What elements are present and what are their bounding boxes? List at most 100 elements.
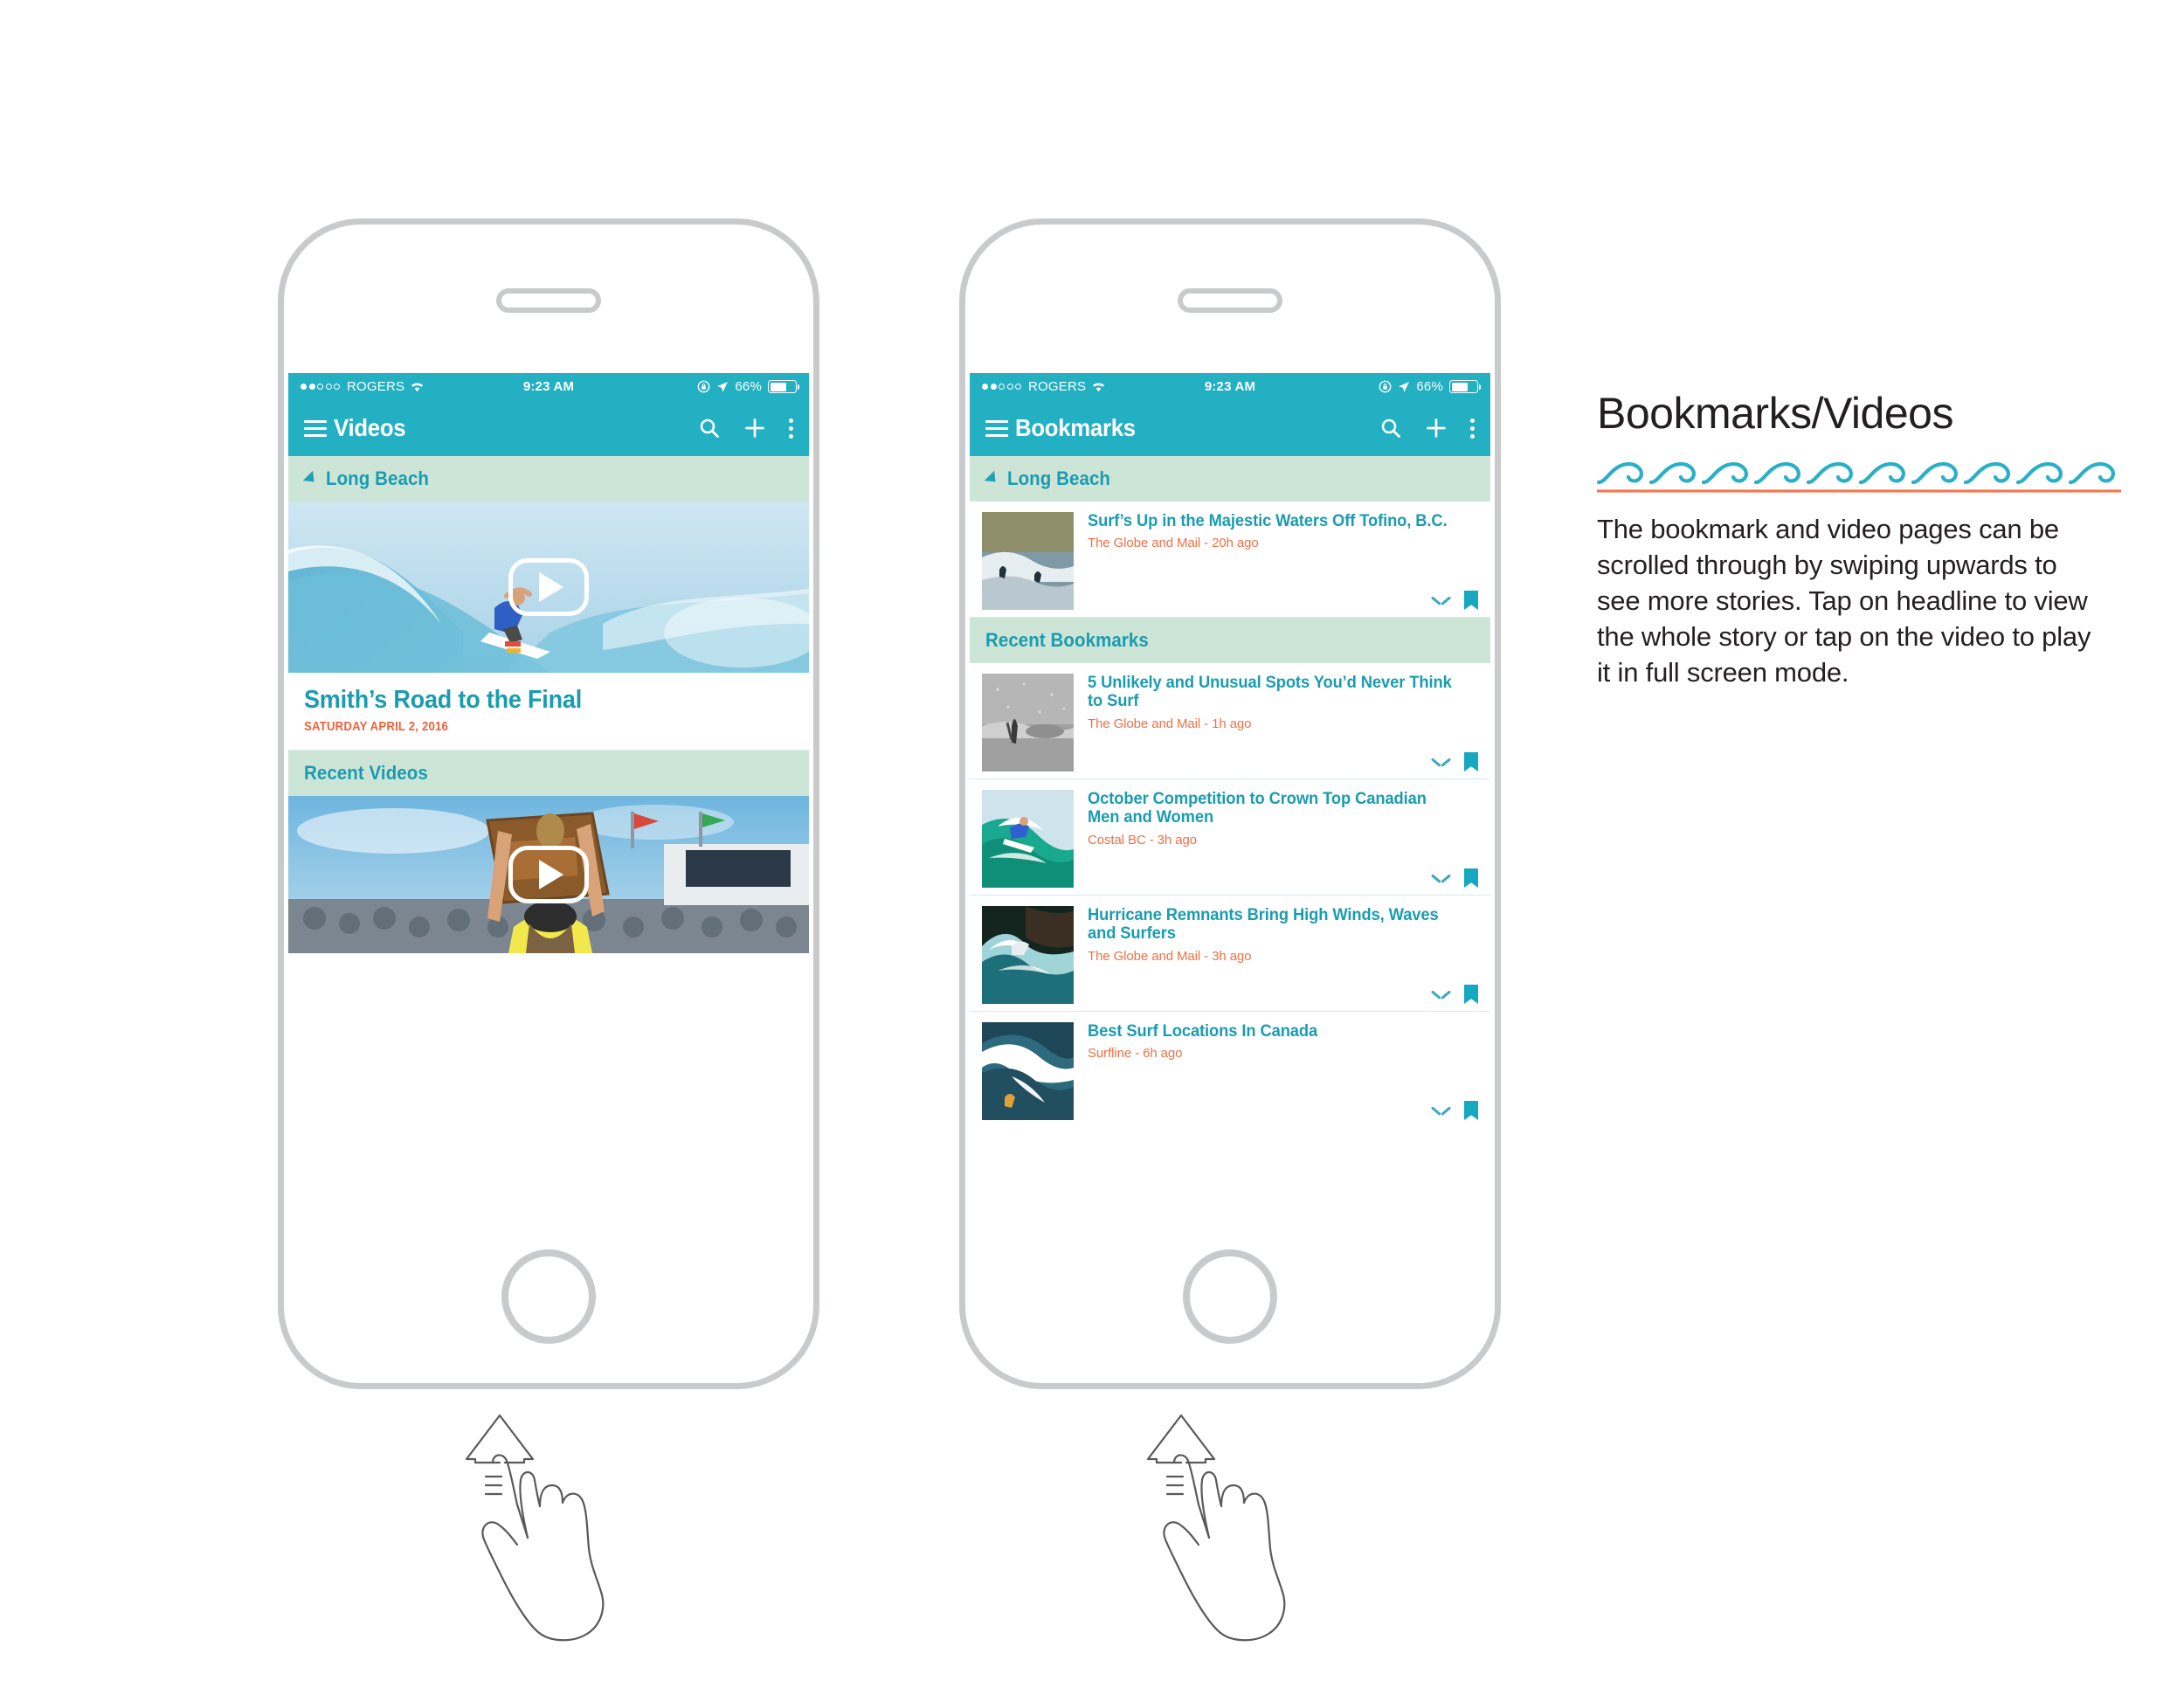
bookmark-row-pinned[interactable]: Surf’s Up in the Majestic Waters Off Tof…: [970, 502, 1490, 618]
bookmark-row-actions: [1088, 978, 1478, 1004]
wave-divider: [1597, 454, 2121, 495]
expand-chevron-down-icon[interactable]: [1432, 596, 1450, 605]
bookmark-thumbnail: [982, 512, 1074, 610]
bookmark-thumbnail: [982, 906, 1074, 1004]
bookmark-row-body: Surf’s Up in the Majestic Waters Off Tof…: [1074, 511, 1478, 610]
chevron-down-icon: [302, 470, 320, 488]
expand-chevron-down-icon[interactable]: [1432, 758, 1450, 767]
status-bar-left: ROGERS: [982, 379, 1205, 394]
bookmark-meta: Costal BC - 3h ago: [1088, 832, 1197, 847]
section-header-location[interactable]: Long Beach: [288, 456, 809, 502]
signal-strength-icon: [982, 384, 1021, 390]
bookmark-thumbnail: [982, 790, 1074, 888]
bookmarks-screen: ROGERS 9:23 AM 66% Bookmarks Long Beach …: [970, 373, 1490, 1120]
bookmark-icon[interactable]: [1464, 985, 1478, 1004]
rotation-lock-icon: [697, 380, 710, 393]
bookmark-row-body: Best Surf Locations In Canada Surfline -…: [1074, 1021, 1478, 1120]
phone-device-videos: ROGERS 9:23 AM 66% Videos Long Beach Smi…: [278, 218, 819, 1389]
bookmark-row-body: 5 Unlikely and Unusual Spots You’d Never…: [1074, 673, 1478, 771]
battery-percent-label: 66%: [1416, 379, 1443, 394]
swipe-up-gesture-icon: [1136, 1408, 1337, 1671]
section-header-location[interactable]: Long Beach: [970, 456, 1490, 502]
bookmark-title[interactable]: Surf’s Up in the Majestic Waters Off Tof…: [1088, 511, 1455, 530]
bookmark-title[interactable]: Best Surf Locations In Canada: [1088, 1021, 1455, 1041]
battery-icon: [1449, 380, 1481, 393]
bookmark-title[interactable]: 5 Unlikely and Unusual Spots You’d Never…: [1088, 673, 1455, 711]
play-button[interactable]: [508, 558, 589, 616]
overflow-menu-icon[interactable]: [1470, 418, 1475, 439]
videos-app-bar: Videos: [288, 400, 809, 456]
expand-chevron-down-icon[interactable]: [1432, 990, 1450, 1000]
bookmark-title[interactable]: October Competition to Crown Top Canadia…: [1088, 789, 1455, 827]
expand-chevron-down-icon[interactable]: [1432, 1106, 1450, 1116]
play-triangle-icon: [539, 860, 563, 890]
bookmark-row[interactable]: October Competition to Crown Top Canadia…: [970, 779, 1490, 896]
phone-device-bookmarks: ROGERS 9:23 AM 66% Bookmarks Long Beach …: [959, 218, 1501, 1389]
section-header-recent[interactable]: Recent Bookmarks: [970, 618, 1490, 663]
location-arrow-icon: [717, 381, 729, 392]
bookmark-row[interactable]: Best Surf Locations In Canada Surfline -…: [970, 1012, 1490, 1120]
app-title: Bookmarks: [1015, 414, 1136, 441]
annotation-body: The bookmark and video pages can be scro…: [1597, 514, 2091, 688]
expand-chevron-down-icon[interactable]: [1432, 874, 1450, 883]
bookmark-row[interactable]: Hurricane Remnants Bring High Winds, Wav…: [970, 896, 1490, 1012]
signal-strength-icon: [301, 384, 340, 390]
status-bar-right: 66%: [574, 379, 799, 394]
search-icon[interactable]: [698, 417, 721, 439]
clock-label: 9:23 AM: [522, 379, 575, 394]
home-button[interactable]: [1183, 1249, 1277, 1344]
bookmark-row-actions: [1088, 861, 1478, 888]
featured-video-thumbnail[interactable]: [288, 502, 809, 673]
section-header-recent[interactable]: Recent Videos: [288, 751, 809, 797]
annotation-panel: Bookmarks/Videos The bookmark and video …: [1597, 391, 2121, 691]
carrier-label: ROGERS: [1028, 379, 1087, 394]
bookmark-row-actions: [1088, 584, 1478, 610]
status-bar-right: 66%: [1255, 379, 1481, 394]
app-bar-actions: [698, 417, 793, 439]
clock-label: 9:23 AM: [1204, 379, 1256, 394]
bookmark-thumbnail: [982, 674, 1074, 771]
overflow-menu-icon[interactable]: [789, 418, 793, 439]
recent-video-thumbnail[interactable]: [288, 796, 809, 954]
videos-screen: ROGERS 9:23 AM 66% Videos Long Beach Smi…: [288, 373, 809, 1120]
bookmark-row[interactable]: 5 Unlikely and Unusual Spots You’d Never…: [970, 663, 1490, 779]
featured-video-headline-block[interactable]: Smith’s Road to the Final SATURDAY APRIL…: [288, 673, 809, 751]
search-icon[interactable]: [1379, 417, 1402, 439]
bookmark-row-actions: [1088, 1094, 1478, 1120]
status-bar: ROGERS 9:23 AM 66%: [970, 373, 1490, 400]
carrier-label: ROGERS: [347, 379, 405, 394]
bookmark-icon[interactable]: [1464, 1101, 1478, 1120]
bookmark-meta: The Globe and Mail - 3h ago: [1088, 948, 1252, 964]
bookmarks-app-bar: Bookmarks: [970, 400, 1490, 456]
bookmark-thumbnail-image: [982, 512, 1074, 610]
app-title: Videos: [334, 414, 406, 441]
wifi-icon: [411, 383, 424, 392]
bookmark-title[interactable]: Hurricane Remnants Bring High Winds, Wav…: [1088, 905, 1455, 944]
section-location-label: Long Beach: [1007, 467, 1111, 489]
bookmark-icon[interactable]: [1464, 752, 1478, 771]
bookmark-icon[interactable]: [1464, 868, 1478, 888]
chevron-down-icon: [984, 470, 1001, 488]
bookmark-icon[interactable]: [1464, 591, 1478, 610]
phone-speaker-grille: [496, 288, 601, 313]
home-button[interactable]: [501, 1249, 596, 1344]
hamburger-icon[interactable]: [985, 419, 1008, 437]
annotation-title: Bookmarks/Videos: [1597, 389, 1953, 438]
battery-icon: [768, 380, 799, 393]
app-bar-actions: [1379, 417, 1475, 439]
swipe-up-gesture-icon: [454, 1408, 655, 1671]
bookmark-row-actions: [1088, 745, 1478, 771]
play-button[interactable]: [508, 846, 589, 904]
rotation-lock-icon: [1379, 380, 1392, 393]
plus-icon[interactable]: [743, 417, 766, 439]
section-recent-label: Recent Bookmarks: [985, 629, 1149, 651]
status-bar: ROGERS 9:23 AM 66%: [288, 373, 809, 400]
hamburger-icon[interactable]: [304, 419, 327, 437]
phone-speaker-grille: [1178, 288, 1282, 313]
bookmark-meta: The Globe and Mail - 1h ago: [1088, 716, 1252, 731]
bookmark-thumbnail-image: [982, 1022, 1074, 1120]
bookmark-thumbnail: [982, 1022, 1074, 1120]
wifi-icon: [1093, 383, 1105, 392]
plus-icon[interactable]: [1425, 417, 1448, 439]
section-location-label: Long Beach: [326, 467, 430, 489]
